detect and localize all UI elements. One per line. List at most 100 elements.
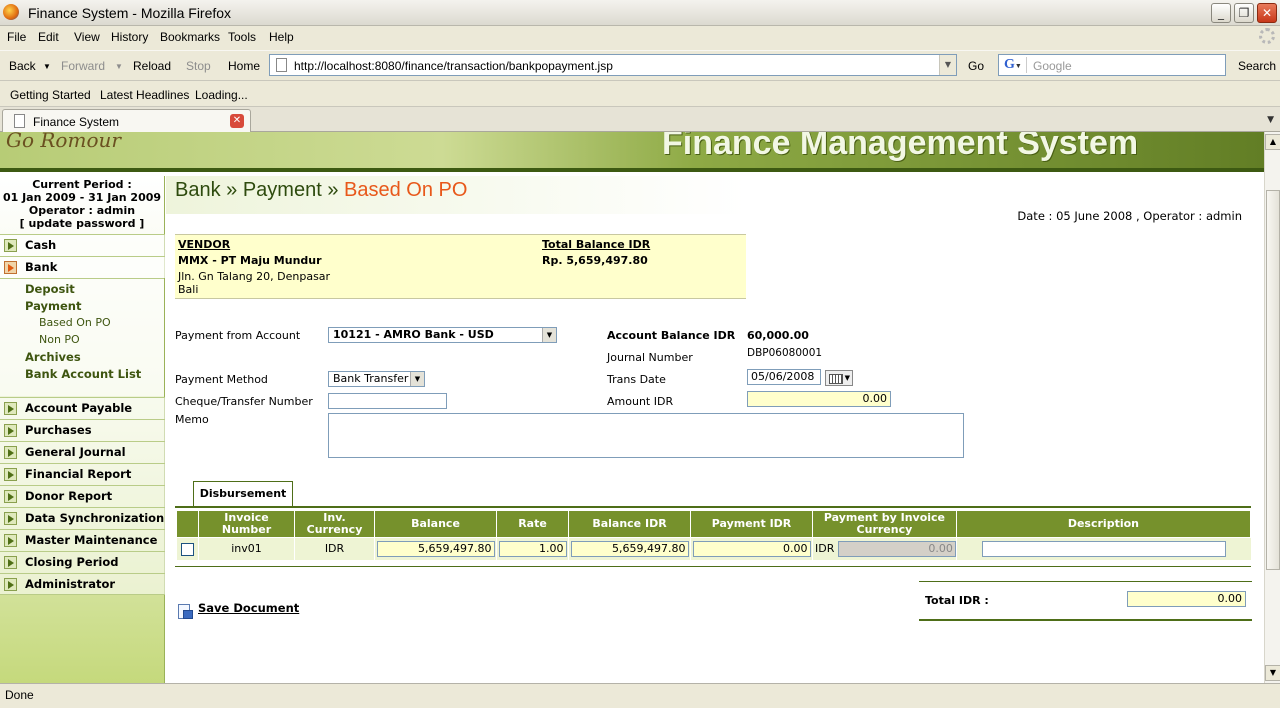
trans-date-input[interactable]: 05/06/2008 (747, 369, 821, 385)
tab-disbursement[interactable]: Disbursement (193, 481, 293, 507)
calendar-icon[interactable]: ▼ (825, 370, 853, 386)
sidebar-item-data-synchronization[interactable]: Data Synchronization (0, 507, 165, 529)
sidebar-item-bank[interactable]: Bank (0, 256, 165, 278)
cheque-number-input[interactable] (328, 393, 447, 409)
submenu-deposit[interactable]: Deposit (25, 282, 75, 296)
sidebar-item-label: Purchases (25, 423, 92, 437)
payment-method-select[interactable]: Bank Transfer ▼ (328, 371, 425, 387)
vendor-header: VENDOR (178, 238, 231, 251)
save-document-button[interactable]: Save Document (198, 601, 299, 615)
url-bar[interactable]: http://localhost:8080/finance/transactio… (269, 54, 957, 76)
payment-idr-cell: 0.00 (690, 537, 813, 560)
payment-method-label: Payment Method (175, 373, 268, 386)
save-document-icon[interactable] (178, 604, 194, 619)
firefox-logo-icon (3, 4, 19, 20)
menu-tools[interactable]: Tools (228, 30, 256, 44)
sidebar-item-cash[interactable]: Cash (0, 234, 165, 256)
search-placeholder: Google (1033, 59, 1072, 73)
search-box[interactable]: G▼ Google (998, 54, 1226, 76)
menu-bookmarks[interactable]: Bookmarks (160, 30, 220, 44)
bookmark-loading[interactable]: Loading... (195, 88, 248, 102)
tab-underline (175, 506, 1251, 508)
submenu-payment[interactable]: Payment (25, 299, 82, 313)
page-title: Bank » Payment » Based On PO (175, 179, 467, 202)
scroll-up-icon[interactable]: ▲ (1265, 134, 1280, 150)
memo-textarea[interactable] (328, 413, 964, 458)
arrow-right-icon (4, 534, 17, 547)
col-rate: Rate (496, 510, 569, 538)
window-title: Finance System - Mozilla Firefox (28, 5, 232, 21)
forward-button[interactable]: Forward (61, 59, 105, 73)
sidebar-item-closing-period[interactable]: Closing Period (0, 551, 165, 573)
back-dropdown-icon[interactable]: ▼ (43, 62, 51, 71)
row-select-cell (176, 537, 199, 560)
go-button[interactable]: Go (968, 59, 984, 73)
bookmark-getting-started[interactable]: Getting Started (10, 88, 91, 102)
submenu-bank-account-list[interactable]: Bank Account List (25, 367, 141, 381)
menu-bar: File Edit View History Bookmarks Tools H… (0, 26, 1280, 48)
balance-input[interactable]: 5,659,497.80 (376, 540, 495, 557)
vendor-name: MMX - PT Maju Mundur (178, 254, 322, 267)
col-select (176, 510, 199, 538)
payment-idr-input[interactable]: 0.00 (692, 540, 811, 557)
sidebar-item-label: Closing Period (25, 555, 119, 569)
navigation-toolbar: Back ▼ Forward ▼ Reload Stop Home http:/… (0, 50, 1280, 78)
table-row: inv01 IDR 5,659,497.80 1.00 5,659,497.80… (176, 537, 1251, 560)
back-button[interactable]: Back (9, 59, 36, 73)
bookmark-latest-headlines[interactable]: Latest Headlines (100, 88, 189, 102)
update-password-link[interactable]: [ update password ] (0, 217, 164, 230)
arrow-right-icon (4, 402, 17, 415)
breadcrumb-separator: » (321, 179, 345, 201)
description-input[interactable] (981, 540, 1226, 557)
url-dropdown-icon[interactable]: ▼ (939, 55, 956, 75)
sidebar-item-account-payable[interactable]: Account Payable (0, 397, 165, 419)
total-idr-label: Total IDR : (925, 594, 989, 607)
account-balance-label: Account Balance IDR (607, 329, 736, 342)
sidebar-item-financial-report[interactable]: Financial Report (0, 463, 165, 485)
home-button[interactable]: Home (228, 59, 260, 73)
payment-from-select[interactable]: 10121 - AMRO Bank - USD ▼ (328, 327, 557, 343)
close-tab-icon[interactable]: ✕ (230, 114, 244, 128)
menu-history[interactable]: History (111, 30, 148, 44)
trans-date-label: Trans Date (607, 373, 666, 386)
balance-cell: 5,659,497.80 (374, 537, 497, 560)
close-window-button[interactable]: ✕ (1257, 3, 1277, 23)
sidebar-item-label: Administrator (25, 577, 116, 591)
vertical-scrollbar[interactable]: ▲ ▼ (1264, 132, 1280, 683)
operator-label: Operator : admin (28, 204, 136, 217)
payment-by-invoice-cell: IDR 0.00 (812, 537, 957, 560)
rate-input[interactable]: 1.00 (498, 540, 567, 557)
sidebar-item-general-journal[interactable]: General Journal (0, 441, 165, 463)
menu-edit[interactable]: Edit (38, 30, 59, 44)
amount-idr-input[interactable]: 0.00 (747, 391, 891, 407)
sidebar-item-donor-report[interactable]: Donor Report (0, 485, 165, 507)
balance-idr-input[interactable]: 5,659,497.80 (570, 540, 689, 557)
journal-number-label: Journal Number (607, 351, 693, 364)
scroll-down-icon[interactable]: ▼ (1265, 665, 1280, 681)
menu-help[interactable]: Help (269, 30, 294, 44)
google-icon[interactable]: G▼ (1001, 57, 1027, 73)
scrollbar-thumb[interactable] (1266, 190, 1280, 570)
row-checkbox[interactable] (181, 542, 194, 556)
tab-list-icon[interactable]: ▼ (1267, 115, 1274, 125)
stop-button[interactable]: Stop (186, 59, 211, 73)
sidebar-item-label: Donor Report (25, 489, 113, 503)
submenu-non-po[interactable]: Non PO (39, 333, 80, 346)
tab-finance-system[interactable]: Finance System ✕ (2, 109, 251, 133)
col-description: Description (955, 510, 1252, 538)
sidebar-item-master-maintenance[interactable]: Master Maintenance (0, 529, 165, 551)
maximize-button[interactable]: ❐ (1234, 3, 1254, 23)
search-button[interactable]: Search (1238, 59, 1276, 73)
account-balance-value: 60,000.00 (747, 329, 809, 342)
sidebar-item-administrator[interactable]: Administrator (0, 573, 165, 595)
reload-button[interactable]: Reload (133, 59, 171, 73)
sidebar-item-purchases[interactable]: Purchases (0, 419, 165, 441)
submenu-based-on-po[interactable]: Based On PO (39, 316, 111, 329)
minimize-button[interactable]: _ (1211, 3, 1231, 23)
col-balance-idr: Balance IDR (568, 510, 691, 538)
menu-file[interactable]: File (7, 30, 26, 44)
menu-view[interactable]: View (74, 30, 100, 44)
submenu-archives[interactable]: Archives (25, 350, 81, 364)
forward-dropdown-icon[interactable]: ▼ (115, 62, 123, 71)
col-inv-currency: Inv. Currency (294, 510, 375, 538)
